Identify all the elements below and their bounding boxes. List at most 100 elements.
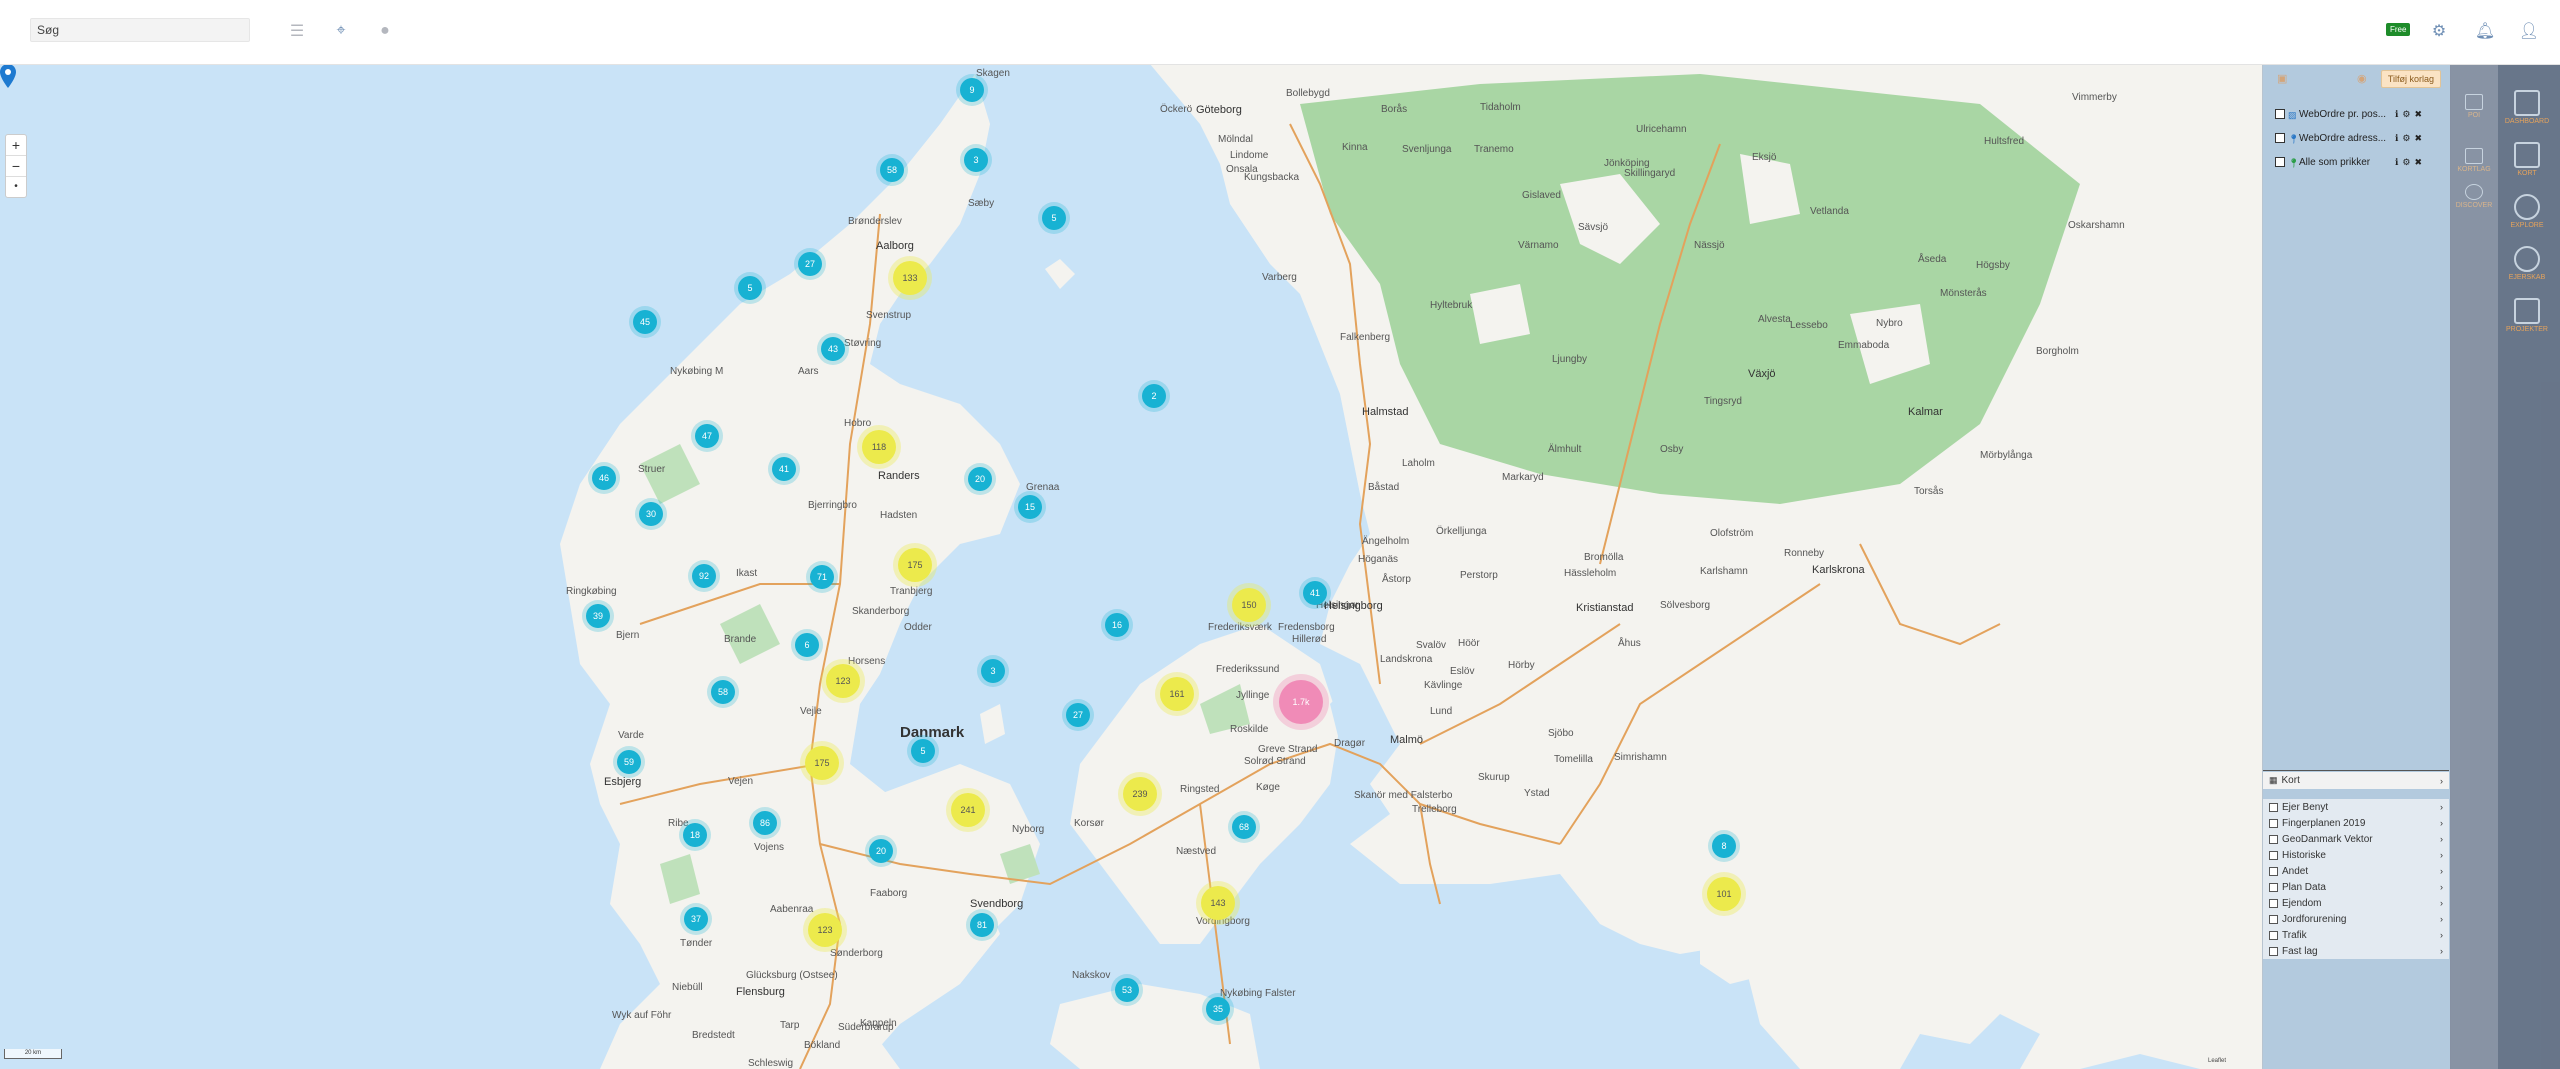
checkbox[interactable] [2269, 882, 2278, 892]
marker-cluster[interactable]: 16 [1105, 613, 1129, 637]
marker-cluster[interactable]: 118 [862, 430, 896, 464]
marker-cluster[interactable]: 9 [960, 78, 984, 102]
map-attribution[interactable]: Leaflet [2208, 1058, 2226, 1064]
marker-cluster[interactable]: 5 [1042, 206, 1066, 230]
marker-cluster[interactable]: 58 [880, 158, 904, 182]
gear-icon[interactable]: ⚙ [2402, 157, 2410, 168]
marker-cluster[interactable]: 47 [695, 424, 719, 448]
marker-cluster[interactable]: 150 [1232, 588, 1266, 622]
marker-cluster[interactable]: 3 [981, 659, 1005, 683]
info-icon[interactable]: ℹ [2395, 109, 2398, 120]
marker-cluster[interactable]: 27 [1066, 703, 1090, 727]
checkbox[interactable] [2269, 802, 2278, 812]
marker-cluster[interactable]: 143 [1201, 886, 1235, 920]
kort-item[interactable]: Ejer Benyt › [2263, 799, 2449, 815]
collapse-icon[interactable]: ▣ [2277, 72, 2289, 85]
nav-ejerskab[interactable]: EJERSKAB [2500, 246, 2554, 281]
kort-item[interactable]: GeoDanmark Vektor › [2263, 831, 2449, 847]
layer-row[interactable]: ▨ WebOrdre pr. pos... ℹ ⚙ ✖ [2263, 102, 2451, 126]
checkbox[interactable] [2269, 818, 2278, 828]
kort-item[interactable]: Historiske › [2263, 847, 2449, 863]
marker-cluster[interactable]: 133 [893, 261, 927, 295]
marker-cluster[interactable]: 53 [1115, 978, 1139, 1002]
marker-cluster[interactable]: 1.7k [1279, 680, 1323, 724]
checkbox[interactable] [2269, 914, 2278, 924]
checkbox[interactable] [2269, 898, 2278, 908]
layer-checkbox[interactable] [2275, 109, 2285, 119]
kort-item[interactable]: Trafik › [2263, 927, 2449, 943]
info-icon[interactable]: ℹ [2395, 133, 2398, 144]
search-input[interactable] [30, 18, 250, 42]
marker-cluster[interactable]: 123 [826, 664, 860, 698]
location-marker-icon[interactable] [0, 64, 16, 88]
marker-cluster[interactable]: 43 [821, 337, 845, 361]
kort-item[interactable]: Plan Data › [2263, 879, 2449, 895]
marker-cluster[interactable]: 15 [1018, 495, 1042, 519]
marker-cluster[interactable]: 58 [711, 680, 735, 704]
marker-cluster[interactable]: 5 [738, 276, 762, 300]
marker-cluster[interactable]: 8 [1712, 834, 1736, 858]
checkbox[interactable] [2269, 866, 2278, 876]
location-pin-icon[interactable]: ⌖ [330, 20, 352, 42]
marker-cluster[interactable]: 3 [964, 148, 988, 172]
zoom-reset-button[interactable]: • [6, 177, 26, 197]
marker-cluster[interactable]: 39 [586, 604, 610, 628]
layer-checkbox[interactable] [2275, 133, 2285, 143]
marker-cluster[interactable]: 6 [795, 633, 819, 657]
kort-item[interactable]: Fast lag › [2263, 943, 2449, 959]
zoom-out-button[interactable]: − [6, 156, 26, 177]
checkbox[interactable] [2269, 930, 2278, 940]
marker-cluster[interactable]: 241 [951, 793, 985, 827]
kort-item[interactable]: Andet › [2263, 863, 2449, 879]
marker-cluster[interactable]: 68 [1232, 815, 1256, 839]
close-icon[interactable]: ✖ [2415, 157, 2423, 168]
kort-item[interactable]: Ejendom › [2263, 895, 2449, 911]
nav-kort[interactable]: KORT [2500, 142, 2554, 177]
record-icon[interactable]: ● [374, 20, 396, 42]
gear-icon[interactable]: ⚙ [2402, 133, 2410, 144]
marker-cluster[interactable]: 175 [805, 746, 839, 780]
kort-item[interactable]: Jordforurening › [2263, 911, 2449, 927]
kort-item[interactable]: Fingerplanen 2019 › [2263, 815, 2449, 831]
checkbox[interactable] [2269, 834, 2278, 844]
marker-cluster[interactable]: 20 [869, 839, 893, 863]
gear-icon[interactable]: ⚙ [2428, 20, 2450, 42]
marker-cluster[interactable]: 5 [911, 739, 935, 763]
info-icon[interactable]: ℹ [2395, 157, 2398, 168]
marker-cluster[interactable]: 41 [1303, 581, 1327, 605]
nav-poi[interactable]: POI [2450, 94, 2498, 119]
kort-section-header[interactable]: ▦ Kort › [2263, 772, 2449, 789]
nav-discover[interactable]: DISCOVER [2450, 184, 2498, 209]
marker-cluster[interactable]: 30 [639, 502, 663, 526]
marker-cluster[interactable]: 123 [808, 913, 842, 947]
marker-cluster[interactable]: 27 [798, 252, 822, 276]
gear-icon[interactable]: ⚙ [2402, 109, 2410, 120]
marker-cluster[interactable]: 45 [633, 310, 657, 334]
marker-cluster[interactable]: 41 [772, 457, 796, 481]
close-icon[interactable]: ✖ [2415, 109, 2423, 120]
marker-cluster[interactable]: 161 [1160, 677, 1194, 711]
marker-cluster[interactable]: 92 [692, 564, 716, 588]
marker-cluster[interactable]: 101 [1707, 877, 1741, 911]
add-layer-button[interactable]: Tilføj korlag [2380, 70, 2441, 88]
marker-cluster[interactable]: 71 [810, 565, 834, 589]
marker-cluster[interactable]: 46 [592, 466, 616, 490]
zoom-in-button[interactable]: + [6, 135, 26, 156]
menu-icon[interactable]: ☰ [286, 20, 308, 42]
marker-cluster[interactable]: 18 [683, 823, 707, 847]
checkbox[interactable] [2269, 850, 2278, 860]
layer-row[interactable]: 📍︎ WebOrdre adress... ℹ ⚙ ✖ [2263, 126, 2451, 150]
marker-cluster[interactable]: 37 [684, 907, 708, 931]
marker-cluster[interactable]: 59 [617, 750, 641, 774]
nav-kortlag[interactable]: KORTLAG [2450, 148, 2498, 173]
marker-cluster[interactable]: 2 [1142, 384, 1166, 408]
layer-row[interactable]: 📍︎ Alle som prikker ℹ ⚙ ✖ [2263, 150, 2451, 174]
marker-cluster[interactable]: 20 [968, 467, 992, 491]
nav-explore[interactable]: EXPLORE [2500, 194, 2554, 229]
bell-icon[interactable]: 🔔︎ [2474, 20, 2496, 42]
marker-cluster[interactable]: 86 [753, 811, 777, 835]
eye-icon[interactable]: ◉ [2357, 72, 2369, 85]
marker-cluster[interactable]: 81 [970, 913, 994, 937]
nav-dashboard[interactable]: DASHBOARD [2500, 90, 2554, 125]
checkbox[interactable] [2269, 946, 2278, 956]
